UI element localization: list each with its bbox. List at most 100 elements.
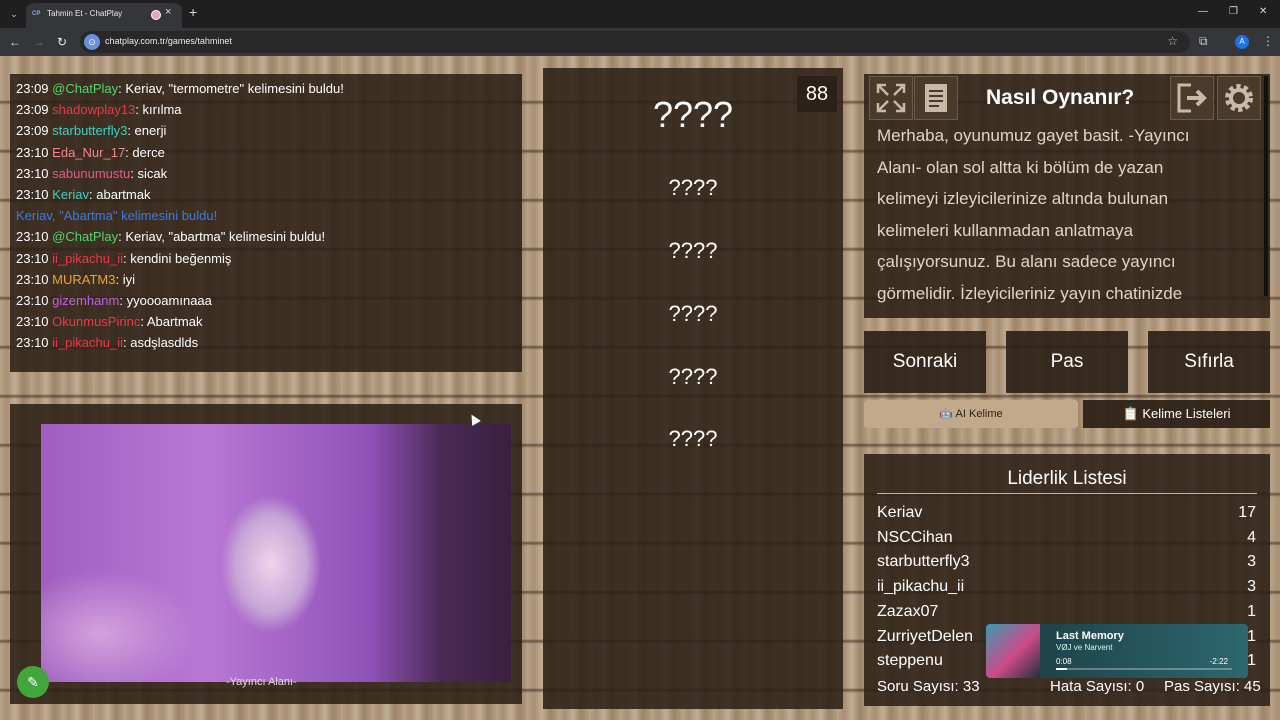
logout-icon [1177,83,1207,113]
tab-title: Tahmin Et - ChatPlay [47,9,123,18]
media-notification[interactable]: Last Memory VØJ ve Narvent 0:08 -2:22 [986,624,1248,678]
chat-username[interactable]: ii_pikachu_ii [52,335,123,350]
leaderboard-name: NSCCihan [877,528,953,546]
main-word: ???? [652,94,734,135]
site-favicon-icon: CP [32,11,41,17]
document-icon [925,84,947,112]
leaderboard-name: Keriav [877,504,923,521]
chat-time: 23:10 [16,187,49,202]
chat-message: 23:10 ii_pikachu_ii: asdşlasdlds [16,335,198,350]
next-button[interactable]: Sonraki [864,331,986,393]
chat-time: 23:10 [16,229,49,245]
media-progress[interactable] [1056,668,1232,670]
chat-time: 23:10 [16,271,49,287]
browser-menu-icon[interactable]: ⋮ [1262,34,1274,48]
chat-message: 23:10 sabunumustu: sicak [16,166,167,181]
wand-button[interactable]: ✎ [17,666,49,698]
bookmark-star-icon[interactable]: ☆ [1167,34,1178,48]
leaderboard-name: steppenu [877,652,943,670]
leaderboard-name: ZurriyetDelen [877,627,974,645]
restore-icon[interactable]: ❐ [1229,6,1238,17]
streamer-camera-feed [41,424,511,682]
chat-time: 23:09 [16,123,49,139]
gear-icon [1225,84,1253,112]
chat-username[interactable]: starbutterfly3 [52,123,127,138]
url-text[interactable]: chatplay.com.tr/games/tahminet [105,36,232,46]
chat-username[interactable]: @ChatPlay [52,229,118,244]
new-tab-icon[interactable]: + [189,4,197,20]
chat-username[interactable]: sabunumustu [52,166,130,181]
chat-text: : kendini beğenmiş [123,250,232,266]
leaderboard-divider [877,493,1257,494]
chat-username[interactable]: MURATM3 [52,272,115,287]
howto-scrollbar[interactable] [1264,76,1268,296]
site-info-icon[interactable]: ⊙ [84,34,100,50]
reload-icon[interactable]: ↻ [57,35,67,49]
notes-button[interactable] [914,76,958,120]
chat-message: 23:10 ii_pikachu_ii: kendini beğenmiş [16,251,231,266]
settings-button[interactable] [1217,76,1261,120]
media-artist: VØJ ve Narvent [1056,643,1113,652]
word-lists-button[interactable]: 📋 Kelime Listeleri [1083,400,1270,428]
leaderboard-score: 1 [1247,602,1256,620]
browser-tab[interactable]: CP Tahmin Et - ChatPlay × [26,3,182,28]
forbidden-word-4: ???? [668,364,718,389]
recording-indicator-icon [151,10,161,20]
pass-button[interactable]: Pas [1006,331,1128,393]
chat-message: 23:10 Keriav: abartmak [16,187,150,202]
forbidden-word-3: ???? [668,301,718,326]
chat-message: Keriav, "Abartma" kelimesini buldu! [16,208,217,223]
profile-avatar[interactable]: A [1235,35,1249,49]
address-bar: ← → ↻ ⊙ chatplay.com.tr/games/tahminet ☆ [0,28,1280,56]
chat-text: : yyoooamınaaa [119,293,212,308]
chat-message: 23:10 MURATM3: iyi [16,272,135,287]
tab-close-icon[interactable]: × [165,6,171,18]
chat-text: : Keriav, "termometre" kelimesini buldu! [118,81,344,96]
leaderboard-score: 4 [1247,528,1256,546]
error-count: Hata Sayısı: 0 [1050,678,1145,695]
reset-button[interactable]: Sıfırla [1148,331,1270,393]
chat-message: 23:10 @ChatPlay: Keriav, "abartma" kelim… [16,229,325,244]
fullscreen-icon [876,83,906,113]
ai-word-button[interactable]: 🤖 AI Kelime [864,400,1078,428]
chat-username[interactable]: OkunmusPirinc [52,314,140,329]
forward-icon[interactable]: → [33,35,45,49]
minimize-icon[interactable]: — [1198,6,1208,17]
chat-time: 23:10 [16,250,49,266]
forbidden-word-1: ???? [668,175,718,200]
leaderboard-name: starbutterfly3 [877,553,970,571]
back-icon[interactable]: ← [9,35,21,49]
chat-username[interactable]: Keriav [52,187,89,202]
chat-time: 23:10 [16,165,49,181]
how-to-play-text: Merhaba, oyunumuz gayet basit. -Yayıncı … [877,126,1190,303]
forbidden-word-5: ???? [668,426,718,451]
chat-text: : Keriav, "abartma" kelimesini buldu! [118,229,326,245]
camera-label: -Yayıncı Alanı- [226,676,297,688]
exit-button[interactable] [1170,76,1214,120]
leaderboard-score: 17 [1238,504,1256,521]
chat-message: 23:10 OkunmusPirinc: Abartmak [16,314,202,329]
album-art [986,624,1040,678]
tab-search-icon[interactable]: ⌄ [6,6,22,22]
chat-username[interactable]: Eda_Nur_17 [52,145,125,160]
chat-username[interactable]: @ChatPlay [52,81,118,96]
chat-time: 23:10 [16,314,49,330]
chat-time: 23:09 [16,102,49,118]
chat-username[interactable]: gizemhanm [52,293,119,308]
chat-text: : enerji [127,123,167,139]
chat-username[interactable]: ii_pikachu_ii [52,251,123,266]
system-message-text: Keriav, "Abartma" kelimesini buldu! [16,208,218,224]
media-progress-fill [1056,668,1067,670]
window-close-icon[interactable]: ✕ [1259,6,1267,17]
leaderboard-name: ii_pikachu_ii [877,578,965,596]
question-count: Soru Sayısı: 33 [877,678,980,695]
chat-message: 23:10 Eda_Nur_17: derce [16,145,165,160]
chat-text: : iyi [115,271,135,287]
pass-count: Pas Sayısı: 45 [1164,678,1261,695]
how-to-play-title: Nasıl Oynanır? [986,86,1135,109]
forbidden-word-2: ???? [668,238,718,263]
chat-username[interactable]: shadowplay13 [52,102,135,117]
omnibox[interactable]: ⊙ chatplay.com.tr/games/tahminet ☆ [80,31,1190,53]
extensions-icon[interactable]: ⧉ [1199,34,1208,49]
fullscreen-button[interactable] [869,76,913,120]
